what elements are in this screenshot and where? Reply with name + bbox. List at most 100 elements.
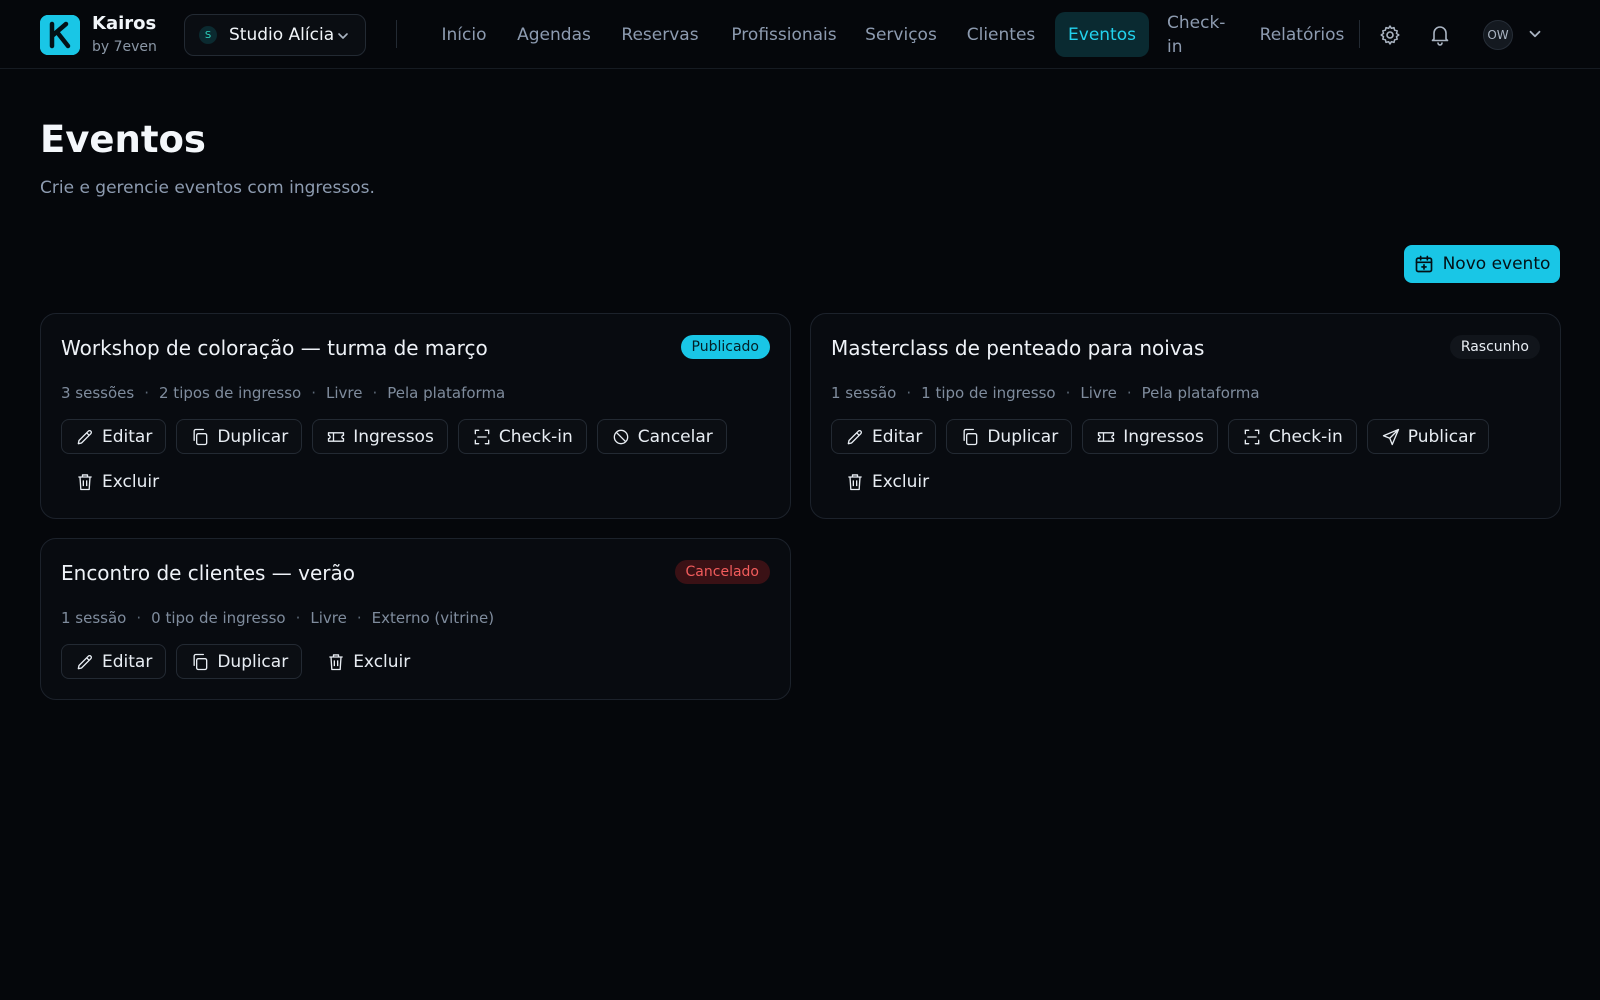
copy-icon: [193, 653, 208, 670]
event-actions: Editar Duplicar Excluir: [61, 644, 424, 679]
tickets-label: Ingressos: [1123, 426, 1204, 447]
meta-price: Livre: [326, 384, 363, 402]
meta-ticket-types: 2 tipos de ingresso: [159, 384, 302, 402]
event-title: Encontro de clientes — verão: [61, 561, 356, 585]
meta-sessions: 3 sessões: [61, 384, 135, 402]
chevron-down-icon: [338, 33, 348, 39]
meta-sales-channel: Externo (vitrine): [371, 609, 495, 627]
edit-button[interactable]: Editar: [61, 419, 167, 454]
duplicate-label: Duplicar: [217, 426, 289, 447]
nav-item-eventos[interactable]: Eventos: [1055, 12, 1149, 57]
pencil-icon: [77, 429, 92, 444]
publish-label: Publicar: [1407, 426, 1476, 447]
copy-icon: [193, 428, 208, 445]
edit-label: Editar: [102, 651, 153, 672]
event-actions-row2: Excluir: [61, 464, 173, 499]
check-in-label: Check-in: [498, 426, 573, 447]
scan-icon: [474, 429, 490, 444]
event-actions: Editar Duplicar Ingressos Check-in Cance…: [61, 419, 727, 454]
gear-icon[interactable]: [1378, 23, 1402, 47]
ticket-icon: [1098, 431, 1115, 442]
meta-sessions: 1 sessão: [831, 384, 897, 402]
meta-sessions: 1 sessão: [61, 609, 127, 627]
duplicate-button[interactable]: Duplicar: [946, 419, 1073, 454]
duplicate-button[interactable]: Duplicar: [176, 419, 303, 454]
nav-item-check-in[interactable]: Check-in: [1167, 12, 1233, 57]
event-title: Masterclass de penteado para noivas: [831, 336, 1205, 360]
tickets-button[interactable]: Ingressos: [312, 419, 448, 454]
meta-sales-channel: Pela plataforma: [387, 384, 506, 402]
status-badge: Publicado: [680, 335, 770, 359]
workspace-selector[interactable]: S Studio Alícia: [184, 14, 366, 56]
meta-price: Livre: [310, 609, 347, 627]
top-navigation-bar: Kairos by 7even S Studio Alícia Início A…: [0, 0, 1600, 69]
meta-ticket-types: 0 tipo de ingresso: [151, 609, 286, 627]
new-event-label: Novo evento: [1442, 254, 1551, 274]
brand-name: Kairos: [92, 13, 157, 34]
trash-icon: [78, 473, 92, 490]
nav-item-inicio[interactable]: Início: [434, 12, 494, 57]
scan-icon: [1244, 429, 1260, 444]
workspace-name: Studio Alícia: [229, 25, 335, 45]
trash-icon: [848, 473, 862, 490]
nav-item-clientes[interactable]: Clientes: [958, 12, 1044, 57]
kairos-logo[interactable]: [40, 15, 80, 55]
copy-icon: [963, 428, 978, 445]
chevron-down-icon[interactable]: [1526, 25, 1544, 43]
nav-divider: [1359, 20, 1360, 48]
delete-label: Excluir: [102, 471, 160, 492]
edit-label: Editar: [102, 426, 153, 447]
status-badge: Cancelado: [674, 560, 770, 584]
bell-icon[interactable]: [1428, 23, 1452, 47]
pencil-icon: [77, 654, 92, 669]
nav-item-agendas[interactable]: Agendas: [512, 12, 596, 57]
event-meta: 3 sessões · 2 tipos de ingresso · Livre · P…: [61, 384, 506, 402]
event-card: Encontro de clientes — verão Cancelado 1…: [40, 538, 791, 700]
duplicate-button[interactable]: Duplicar: [176, 644, 303, 679]
page-subtitle: Crie e gerencie eventos com ingressos.: [40, 178, 375, 198]
event-actions: Editar Duplicar Ingressos Check-in Publi…: [831, 419, 1490, 454]
delete-button[interactable]: Excluir: [312, 644, 424, 679]
new-event-button[interactable]: Novo evento: [1404, 245, 1560, 283]
event-actions-row2: Excluir: [831, 464, 943, 499]
pencil-icon: [847, 429, 862, 444]
edit-button[interactable]: Editar: [61, 644, 167, 679]
send-icon: [1382, 428, 1399, 445]
meta-sales-channel: Pela plataforma: [1141, 384, 1260, 402]
event-meta: 1 sessão · 1 tipo de ingresso · Livre · Pel…: [831, 384, 1260, 402]
edit-label: Editar: [872, 426, 923, 447]
user-avatar[interactable]: OW: [1483, 20, 1513, 50]
trash-icon: [329, 653, 343, 670]
event-card: Masterclass de penteado para noivas Rasc…: [810, 313, 1561, 519]
delete-button[interactable]: Excluir: [61, 464, 173, 499]
edit-button[interactable]: Editar: [831, 419, 937, 454]
nav-item-reservas[interactable]: Reservas: [614, 12, 706, 57]
logo-k-icon: [40, 15, 80, 55]
page-title: Eventos: [40, 118, 206, 161]
ban-icon: [613, 429, 629, 444]
delete-label: Excluir: [353, 651, 411, 672]
delete-button[interactable]: Excluir: [831, 464, 943, 499]
meta-price: Livre: [1080, 384, 1117, 402]
publish-button[interactable]: Publicar: [1366, 419, 1490, 454]
duplicate-label: Duplicar: [217, 651, 289, 672]
workspace-avatar: S: [199, 26, 217, 44]
nav-item-profissionais[interactable]: Profissionais: [724, 12, 844, 57]
nav-divider: [396, 20, 397, 48]
calendar-plus-icon: [1415, 255, 1432, 273]
tickets-button[interactable]: Ingressos: [1082, 419, 1218, 454]
duplicate-label: Duplicar: [987, 426, 1059, 447]
check-in-label: Check-in: [1268, 426, 1343, 447]
status-badge: Rascunho: [1449, 335, 1540, 359]
check-in-button[interactable]: Check-in: [457, 419, 587, 454]
event-card: Workshop de coloração — turma de março P…: [40, 313, 791, 519]
check-in-button[interactable]: Check-in: [1227, 419, 1357, 454]
nav-item-relatorios[interactable]: Relatórios: [1256, 12, 1348, 57]
ticket-icon: [328, 431, 345, 442]
meta-ticket-types: 1 tipo de ingresso: [921, 384, 1056, 402]
brand-subtitle: by 7even: [92, 39, 157, 55]
delete-label: Excluir: [872, 471, 930, 492]
event-meta: 1 sessão · 0 tipo de ingresso · Livre · Ext…: [61, 609, 495, 627]
cancel-event-button[interactable]: Cancelar: [596, 419, 727, 454]
nav-item-servicos[interactable]: Serviços: [862, 12, 940, 57]
